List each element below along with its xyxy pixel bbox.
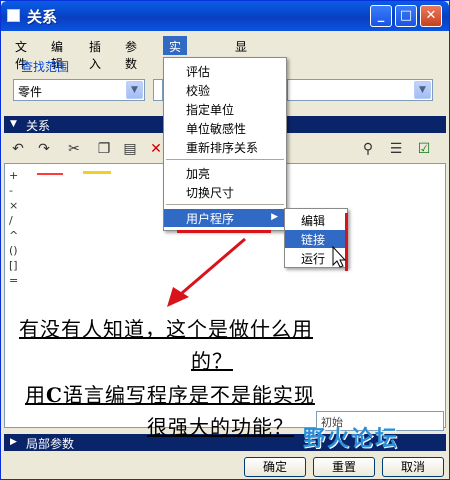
menu-separator bbox=[166, 159, 284, 160]
undo-icon[interactable]: ↶ bbox=[9, 140, 27, 158]
op-minus[interactable]: - bbox=[9, 184, 19, 199]
note-line-1: 有没有人知道，这个是做什么用 bbox=[19, 313, 313, 342]
menu-user-program[interactable]: 用户程序 ▶ bbox=[164, 209, 286, 227]
menu-toggle-dims[interactable]: 切换尺寸 bbox=[164, 183, 286, 201]
menu-reorder[interactable]: 重新排序关系 bbox=[164, 138, 286, 156]
scope-combo-2[interactable] bbox=[153, 79, 163, 101]
underline-mark bbox=[177, 230, 271, 233]
paste-icon[interactable]: ▤ bbox=[121, 140, 139, 158]
note-line-2-text: 的？ bbox=[191, 349, 233, 373]
op-plus[interactable]: + bbox=[9, 169, 19, 184]
section-relations-label: 关系 bbox=[26, 119, 51, 133]
mouse-cursor-icon bbox=[332, 245, 347, 268]
sort-icon[interactable]: ☰ bbox=[387, 140, 405, 158]
menu-file[interactable]: 文件 bbox=[9, 36, 33, 71]
menu-edit[interactable]: 编辑 bbox=[45, 36, 69, 71]
utilities-menu: 评估 校验 指定单位 单位敏感性 重新排序关系 加亮 切换尺寸 用户程序 ▶ bbox=[163, 57, 287, 231]
window-title: 关系 bbox=[27, 8, 58, 26]
scope-label: 查找范围 bbox=[21, 60, 70, 74]
window-icon bbox=[7, 9, 20, 22]
cancel-button[interactable]: 取消 bbox=[382, 457, 444, 477]
note-line-1-text: 有没有人知道，这个是做什么用 bbox=[19, 317, 313, 341]
operator-list: + - × / ^ () [] = bbox=[9, 169, 19, 289]
note-line-3-post: 语言编写程序是不是能实现 bbox=[62, 383, 315, 407]
section-local-label: 局部参数 bbox=[26, 437, 75, 451]
relations-window: 关系 _ □ ✕ 文件 编辑 插入 参数 实用工具 显示 查找范围 零件 ▼ ▼… bbox=[0, 0, 450, 480]
menu-insert[interactable]: 插入 bbox=[83, 36, 107, 71]
op-times[interactable]: × bbox=[9, 199, 19, 214]
chevron-right-icon: ▶ bbox=[271, 212, 278, 222]
title-bar: 关系 _ □ ✕ bbox=[1, 1, 449, 31]
note-line-3: 用C语言编写程序是不是能实现 bbox=[25, 379, 315, 408]
menu-highlight[interactable]: 加亮 bbox=[164, 164, 286, 182]
note-line-4: 很强大的功能？ bbox=[147, 411, 294, 440]
redo-icon[interactable]: ↷ bbox=[35, 140, 53, 158]
submenu-edit[interactable]: 编辑 bbox=[285, 211, 347, 229]
close-button[interactable]: ✕ bbox=[420, 5, 442, 27]
menu-assign-units[interactable]: 指定单位 bbox=[164, 100, 286, 118]
scope-combo-value: 零件 bbox=[18, 85, 43, 99]
note-line-3-c: C bbox=[46, 383, 63, 407]
menu-display[interactable]: 显示 bbox=[229, 36, 253, 71]
verify-icon[interactable]: ⚲ bbox=[359, 140, 377, 158]
op-equals[interactable]: = bbox=[9, 274, 19, 289]
menu-verify[interactable]: 校验 bbox=[164, 81, 286, 99]
op-divide[interactable]: / bbox=[9, 214, 19, 229]
menu-unit-sensitivity[interactable]: 单位敏感性 bbox=[164, 119, 286, 137]
scope-combo-3[interactable]: ▼ bbox=[287, 79, 433, 101]
forum-watermark: 野火论坛 bbox=[303, 427, 400, 452]
op-brackets[interactable]: [] bbox=[9, 259, 19, 274]
note-line-3-pre: 用 bbox=[25, 383, 46, 407]
scribble-mark bbox=[83, 171, 111, 174]
cut-icon[interactable]: ✂ bbox=[65, 140, 83, 158]
menu-separator bbox=[166, 204, 284, 205]
scribble-mark bbox=[37, 173, 63, 175]
reset-button[interactable]: 重置 bbox=[313, 457, 375, 477]
chevron-down-icon[interactable]: ▼ bbox=[414, 81, 431, 99]
chevron-down-icon[interactable]: ▼ bbox=[126, 81, 143, 99]
menu-utilities[interactable]: 实用工具 bbox=[163, 36, 188, 105]
menu-user-program-label: 用户程序 bbox=[186, 212, 235, 226]
scope-combo[interactable]: 零件 ▼ bbox=[13, 79, 145, 101]
arrow-annotation bbox=[167, 237, 246, 307]
op-parens[interactable]: () bbox=[9, 244, 19, 259]
copy-icon[interactable]: ❐ bbox=[95, 140, 113, 158]
expand-triangle-icon: ▶ bbox=[10, 437, 17, 447]
collapse-triangle-icon: ▼ bbox=[10, 119, 17, 129]
check-icon[interactable]: ☑ bbox=[415, 140, 433, 158]
note-line-2: 的？ bbox=[191, 345, 233, 374]
menu-params[interactable]: 参数 bbox=[119, 36, 143, 71]
op-power[interactable]: ^ bbox=[9, 229, 19, 244]
minimize-button[interactable]: _ bbox=[370, 5, 392, 27]
menu-evaluate[interactable]: 评估 bbox=[164, 62, 286, 80]
note-line-4-text: 很强大的功能？ bbox=[147, 415, 294, 439]
ok-button[interactable]: 确定 bbox=[244, 457, 306, 477]
maximize-button[interactable]: □ bbox=[395, 5, 417, 27]
